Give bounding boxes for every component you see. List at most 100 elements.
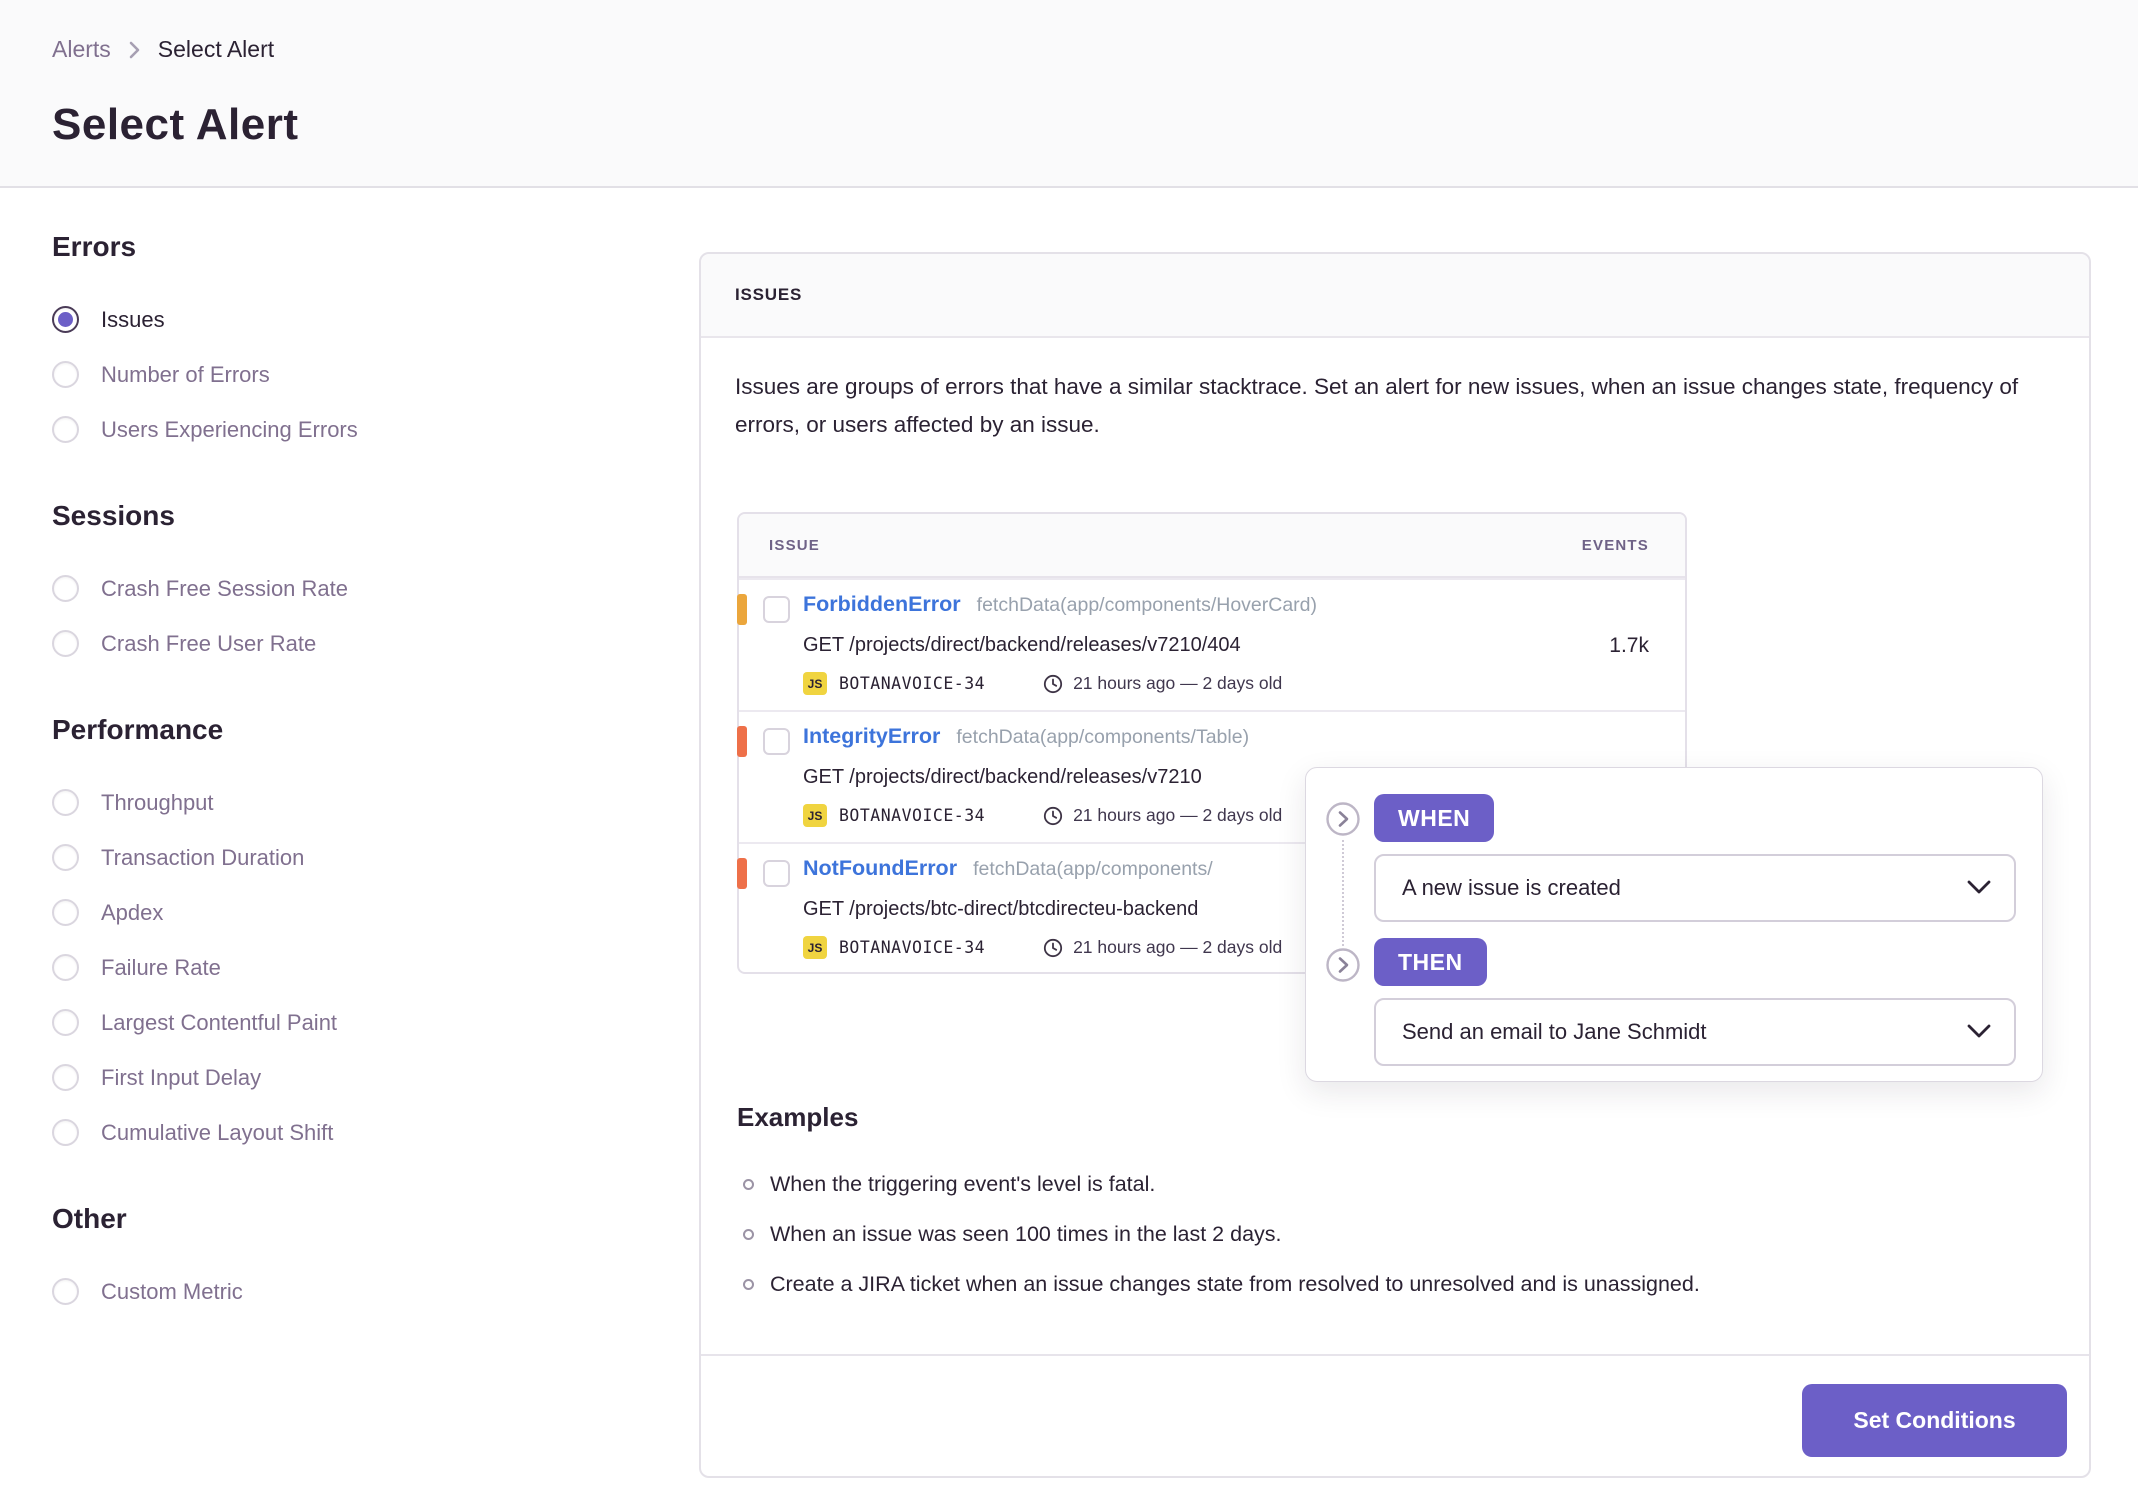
section-other: Other Custom Metric <box>52 1202 652 1319</box>
javascript-platform-icon: JS <box>803 672 827 695</box>
radio-icon[interactable] <box>52 954 79 981</box>
radio-icon[interactable] <box>52 416 79 443</box>
issue-project-slug: BOTANAVOICE-34 <box>839 938 986 957</box>
issue-culprit: fetchData(app/components/ <box>973 858 1213 880</box>
example-text: When an issue was seen 100 times in the … <box>770 1221 1282 1246</box>
issue-checkbox[interactable] <box>763 596 790 623</box>
circled-chevron-right-icon <box>1326 802 1360 836</box>
radio-option-cumulative-layout-shift[interactable]: Cumulative Layout Shift <box>52 1105 652 1160</box>
issue-checkbox[interactable] <box>763 728 790 755</box>
column-header-issue: ISSUE <box>769 536 821 554</box>
radio-icon[interactable] <box>52 361 79 388</box>
radio-label: Failure Rate <box>101 954 221 980</box>
radio-option-crash-free-user-rate[interactable]: Crash Free User Rate <box>52 616 652 671</box>
when-condition-select[interactable]: A new issue is created <box>1374 854 2016 922</box>
issue-name-link[interactable]: ForbiddenError <box>803 592 961 617</box>
radio-option-first-input-delay[interactable]: First Input Delay <box>52 1050 652 1105</box>
radio-icon[interactable] <box>52 844 79 871</box>
radio-icon[interactable] <box>52 306 79 333</box>
section-sessions: Sessions Crash Free Session Rate Crash F… <box>52 499 652 671</box>
radio-option-number-of-errors[interactable]: Number of Errors <box>52 347 652 402</box>
radio-label: Issues <box>101 306 165 332</box>
rule-conditions-popup: WHEN A new issue is created THEN Send an… <box>1305 767 2043 1082</box>
circled-chevron-right-icon <box>1326 948 1360 982</box>
section-heading: Other <box>52 1203 127 1234</box>
chevron-down-icon <box>1966 875 1992 901</box>
examples-heading: Examples <box>737 1102 859 1132</box>
issue-query: GET /projects/btc-direct/btcdirecteu-bac… <box>803 898 1199 920</box>
issue-project-slug: BOTANAVOICE-34 <box>839 674 986 693</box>
bullet-icon <box>743 1228 754 1240</box>
breadcrumb-chevron-icon <box>127 38 142 62</box>
radio-option-issues[interactable]: Issues <box>52 292 652 347</box>
radio-icon[interactable] <box>52 575 79 602</box>
breadcrumb: Alerts Select Alert <box>52 36 274 63</box>
radio-icon[interactable] <box>52 899 79 926</box>
radio-label: Cumulative Layout Shift <box>101 1119 334 1145</box>
example-text: When the triggering event's level is fat… <box>770 1171 1156 1196</box>
issue-query: GET /projects/direct/backend/releases/v7… <box>803 766 1202 788</box>
section-errors: Errors Issues Number of Errors Users Exp… <box>52 230 652 457</box>
examples-list: When the triggering event's level is fat… <box>743 1159 1700 1309</box>
radio-label: Crash Free Session Rate <box>101 575 348 601</box>
radio-label: First Input Delay <box>101 1064 262 1090</box>
issue-checkbox[interactable] <box>763 860 790 887</box>
issue-query: GET /projects/direct/backend/releases/v7… <box>803 634 1241 656</box>
radio-option-largest-contentful-paint[interactable]: Largest Contentful Paint <box>52 995 652 1050</box>
set-conditions-button[interactable]: Set Conditions <box>1802 1384 2067 1457</box>
when-badge: WHEN <box>1374 794 1495 842</box>
example-item: When an issue was seen 100 times in the … <box>743 1209 1700 1259</box>
column-header-events: EVENTS <box>1581 536 1649 554</box>
radio-option-failure-rate[interactable]: Failure Rate <box>52 940 652 995</box>
then-action-value: Send an email to Jane Schmidt <box>1402 1019 1707 1044</box>
radio-label: Custom Metric <box>101 1278 243 1304</box>
issue-name-link[interactable]: IntegrityError <box>803 724 940 749</box>
javascript-platform-icon: JS <box>803 804 827 827</box>
section-heading: Performance <box>52 714 224 745</box>
radio-label: Throughput <box>101 789 214 815</box>
radio-label: Number of Errors <box>101 361 270 387</box>
radio-label: Transaction Duration <box>101 844 305 870</box>
section-performance: Performance Throughput Transaction Durat… <box>52 713 652 1160</box>
radio-icon[interactable] <box>52 789 79 816</box>
alert-type-sidebar: Errors Issues Number of Errors Users Exp… <box>52 230 652 1319</box>
radio-icon[interactable] <box>52 1009 79 1036</box>
radio-icon[interactable] <box>52 630 79 657</box>
issue-age: 21 hours ago — 2 days old <box>1073 937 1283 957</box>
radio-option-throughput[interactable]: Throughput <box>52 775 652 830</box>
issue-level-indicator <box>737 594 747 625</box>
footer-divider <box>701 1354 2089 1356</box>
connector-dotted-line <box>1342 840 1344 946</box>
issue-age: 21 hours ago — 2 days old <box>1073 673 1283 693</box>
radio-icon[interactable] <box>52 1119 79 1146</box>
radio-option-custom-metric[interactable]: Custom Metric <box>52 1264 652 1319</box>
panel-description: Issues are groups of errors that have a … <box>735 374 2019 437</box>
radio-icon[interactable] <box>52 1278 79 1305</box>
example-item: When the triggering event's level is fat… <box>743 1159 1700 1209</box>
then-action-select[interactable]: Send an email to Jane Schmidt <box>1374 998 2016 1066</box>
section-heading: Errors <box>52 231 137 262</box>
radio-option-users-experiencing-errors[interactable]: Users Experiencing Errors <box>52 402 652 457</box>
javascript-platform-icon: JS <box>803 936 827 959</box>
page-header: Alerts Select Alert Select Alert <box>0 0 2138 188</box>
breadcrumb-alerts-link[interactable]: Alerts <box>52 36 111 63</box>
clock-icon <box>1043 806 1063 826</box>
select-alert-page: Alerts Select Alert Select Alert Errors … <box>0 0 2138 1496</box>
radio-label: Largest Contentful Paint <box>101 1009 338 1035</box>
clock-icon <box>1043 938 1063 958</box>
issue-name-link[interactable]: NotFoundError <box>803 856 957 881</box>
radio-option-crash-free-session-rate[interactable]: Crash Free Session Rate <box>52 561 652 616</box>
when-condition-value: A new issue is created <box>1402 875 1621 900</box>
then-badge: THEN <box>1374 938 1487 986</box>
page-title: Select Alert <box>52 100 299 149</box>
table-header-row: ISSUE EVENTS <box>739 514 1685 578</box>
section-heading: Sessions <box>52 500 175 531</box>
radio-icon[interactable] <box>52 1064 79 1091</box>
example-text: Create a JIRA ticket when an issue chang… <box>770 1271 1700 1296</box>
issue-events-count: 1.7k <box>1609 634 1649 657</box>
radio-option-apdex[interactable]: Apdex <box>52 885 652 940</box>
radio-option-transaction-duration[interactable]: Transaction Duration <box>52 830 652 885</box>
issue-project-slug: BOTANAVOICE-34 <box>839 806 986 825</box>
example-item: Create a JIRA ticket when an issue chang… <box>743 1259 1700 1309</box>
bullet-icon <box>743 1278 754 1290</box>
